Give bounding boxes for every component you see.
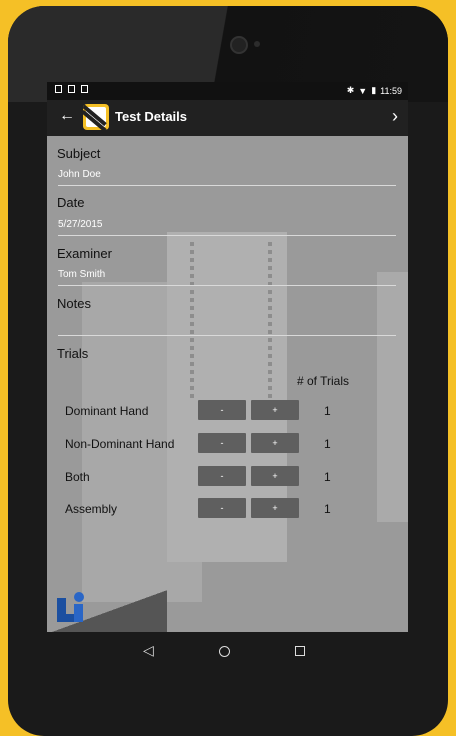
date-label: Date xyxy=(57,195,85,210)
trial-count: 1 xyxy=(324,437,331,451)
nav-back-icon[interactable]: ◁ xyxy=(143,642,154,659)
decrement-button[interactable]: - xyxy=(198,466,246,486)
subject-label: Subject xyxy=(57,146,101,161)
background-dots xyxy=(268,242,272,402)
trial-row-label: Both xyxy=(65,470,90,484)
app-toolbar: ← Test Details › xyxy=(47,100,408,136)
subject-field[interactable]: John Doe xyxy=(58,169,101,180)
image-notification-icon xyxy=(55,85,62,93)
system-nav-bar: ◁ xyxy=(47,632,408,674)
status-time: 11:59 xyxy=(380,85,402,96)
notes-underline xyxy=(58,335,396,336)
trials-heading: Trials xyxy=(57,346,89,361)
app-notification-icon xyxy=(81,85,88,93)
background-shape xyxy=(377,272,408,522)
notes-label: Notes xyxy=(57,296,91,311)
trial-row-label: Dominant Hand xyxy=(65,404,149,418)
camera-icon xyxy=(230,36,248,54)
page-title: Test Details xyxy=(115,109,188,124)
trial-count: 1 xyxy=(324,470,331,484)
date-field[interactable]: 5/27/2015 xyxy=(58,219,103,230)
increment-button[interactable]: + xyxy=(251,433,299,453)
subject-underline xyxy=(58,185,396,186)
date-underline xyxy=(58,235,396,236)
increment-button[interactable]: + xyxy=(251,400,299,420)
trials-count-header: # of Trials xyxy=(297,374,350,388)
app-screen: ✱ ▼ ▮ 11:59 ← Test Details › Subject Joh… xyxy=(47,82,408,632)
trial-count: 1 xyxy=(324,502,331,516)
phone-notification-icon xyxy=(68,85,75,93)
decrement-button[interactable]: - xyxy=(198,433,246,453)
examiner-field[interactable]: Tom Smith xyxy=(58,269,105,280)
decrement-button[interactable]: - xyxy=(198,400,246,420)
increment-button[interactable]: + xyxy=(251,498,299,518)
trial-row-label: Assembly xyxy=(65,502,118,516)
app-logo-icon xyxy=(83,104,109,130)
chevron-right-icon[interactable]: › xyxy=(392,106,398,127)
nav-recents-icon[interactable] xyxy=(295,646,305,656)
battery-icon: ▮ xyxy=(371,85,377,95)
nav-home-icon[interactable] xyxy=(219,646,230,657)
status-bar: ✱ ▼ ▮ 11:59 xyxy=(47,82,408,100)
examiner-underline xyxy=(58,285,396,286)
bluetooth-icon: ✱ xyxy=(346,85,355,95)
brand-logo-icon xyxy=(57,592,87,622)
trial-count: 1 xyxy=(324,404,331,418)
examiner-label: Examiner xyxy=(57,246,112,261)
sensor-icon xyxy=(254,41,260,47)
wifi-icon: ▼ xyxy=(358,85,368,96)
decrement-button[interactable]: - xyxy=(198,498,246,518)
background-dots xyxy=(190,242,194,402)
increment-button[interactable]: + xyxy=(251,466,299,486)
trial-row-label: Non-Dominant Hand xyxy=(65,437,175,451)
back-arrow-icon[interactable]: ← xyxy=(59,107,75,125)
